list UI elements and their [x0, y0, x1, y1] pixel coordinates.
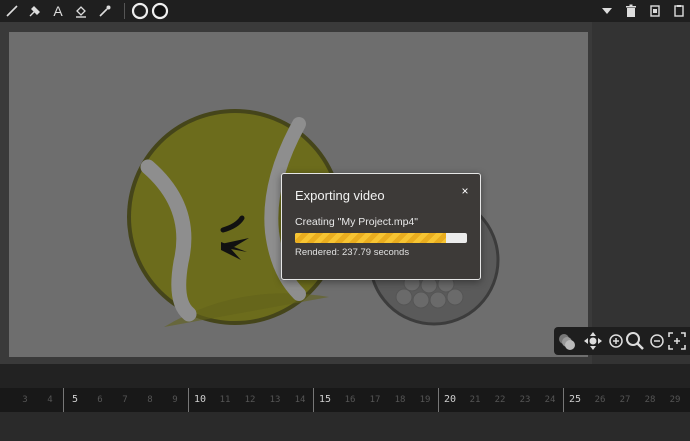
timeline-frame-number: 21 [469, 395, 481, 405]
stroke-circle-icon[interactable] [131, 2, 149, 20]
timeline-frame-number: 5 [71, 394, 79, 405]
timeline-frame-number: 4 [47, 395, 53, 405]
timeline-frame-number: 24 [544, 395, 556, 405]
timeline-frame-number: 28 [644, 395, 656, 405]
timeline-major-tick [63, 388, 64, 412]
timeline-frame-number: 26 [594, 395, 606, 405]
timeline-frame-number: 13 [269, 395, 281, 405]
paste-icon[interactable] [670, 2, 688, 20]
timeline-frame-number: 19 [419, 395, 431, 405]
timeline-major-tick [313, 388, 314, 412]
export-dialog: Exporting video × Creating "My Project.m… [281, 173, 481, 280]
zoom-in-icon[interactable] [606, 331, 626, 351]
timeline-frame-number: 29 [669, 395, 681, 405]
timeline-major-tick [438, 388, 439, 412]
timeline-frame-number: 7 [122, 395, 128, 405]
brush-icon[interactable] [26, 2, 44, 20]
timeline-frame-number: 25 [568, 394, 582, 405]
timeline-frame-number: 14 [294, 395, 306, 405]
timeline-ruler[interactable]: 3 4 6 7 8 9 11 12 13 14 16 17 18 19 21 22 23 24 26 27 28 29 5 1… [0, 388, 690, 412]
timeline: 3 4 6 7 8 9 11 12 13 14 16 17 18 19 21 22 23 24 26 27 28 29 5 1… [0, 364, 690, 441]
timeline-track[interactable] [0, 412, 690, 441]
dropdown-arrow-icon[interactable] [598, 2, 616, 20]
trash-icon[interactable] [622, 2, 640, 20]
zoom-magnifier-icon[interactable] [625, 331, 645, 351]
timeline-frame-number: 12 [244, 395, 256, 405]
timeline-frame-number: 3 [22, 395, 28, 405]
timeline-frame-number: 18 [394, 395, 406, 405]
text-icon: A [53, 3, 63, 19]
timeline-frame-number: 8 [147, 395, 153, 405]
paint-bucket-icon[interactable] [72, 2, 90, 20]
export-progress-fill [295, 233, 447, 243]
text-tool-button[interactable]: A [49, 2, 67, 20]
export-status-text: Creating "My Project.mp4" [295, 216, 418, 228]
toolbar-divider [124, 3, 125, 19]
timeline-frame-number: 10 [193, 394, 207, 405]
eyedropper-icon[interactable] [96, 2, 114, 20]
properties-panel [592, 22, 690, 364]
timeline-frame-number: 11 [219, 395, 231, 405]
pencil-icon[interactable] [3, 2, 21, 20]
move-icon[interactable] [583, 331, 603, 351]
timeline-major-tick [188, 388, 189, 412]
toolbar: A [0, 0, 690, 22]
timeline-frame-number: 17 [369, 395, 381, 405]
fit-screen-icon[interactable] [667, 331, 687, 351]
timeline-frame-number: 27 [619, 395, 631, 405]
timeline-frame-number: 9 [172, 395, 178, 405]
fill-circle-icon[interactable] [151, 2, 169, 20]
timeline-major-tick [563, 388, 564, 412]
close-icon[interactable]: × [458, 184, 472, 198]
timeline-frame-number: 16 [344, 395, 356, 405]
timeline-frame-number: 20 [443, 394, 457, 405]
timeline-frame-number: 22 [494, 395, 506, 405]
zoom-controls [554, 327, 690, 355]
copy-icon[interactable] [646, 2, 664, 20]
onion-skin-icon[interactable] [557, 331, 577, 351]
zoom-out-icon[interactable] [647, 331, 667, 351]
timeline-frame-number: 23 [519, 395, 531, 405]
export-progress-bar [295, 233, 467, 243]
dialog-title: Exporting video [295, 188, 385, 203]
timeline-frame-number: 6 [97, 395, 103, 405]
rendered-time-text: Rendered: 237.79 seconds [295, 247, 410, 258]
timeline-frame-number: 15 [318, 394, 332, 405]
